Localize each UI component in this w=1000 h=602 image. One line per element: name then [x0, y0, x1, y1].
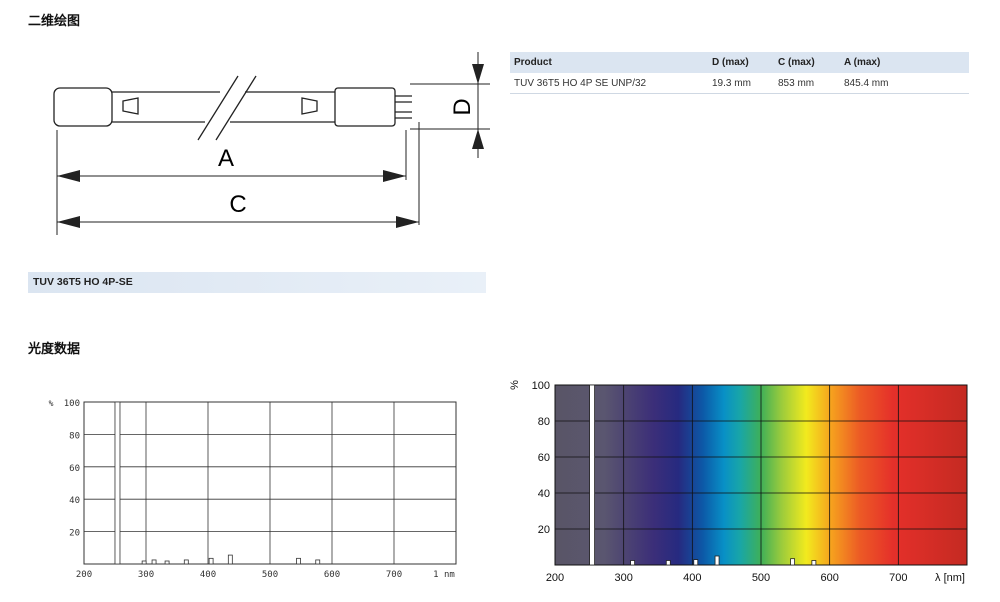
a-max-value: 845.4 mm	[840, 73, 969, 94]
dimension-label-c: C	[229, 191, 246, 218]
spectral-chart-color: 200 300 400 500 600 700 λ [nm] 20 40 60 80 100%	[509, 380, 968, 584]
col-a-max: A (max)	[840, 52, 969, 73]
color-chart-y-tick-label: 80	[538, 416, 550, 428]
spectral-bar	[296, 557, 301, 565]
color-chart-x-tick-label: 600	[820, 572, 838, 584]
color-chart-x-unit: λ [nm]	[935, 572, 965, 584]
table-row: TUV 36T5 HO 4P SE UNP/32 19.3 mm 853 mm …	[510, 73, 969, 94]
product-name: TUV 36T5 HO 4P SE UNP/32	[510, 73, 708, 94]
d-max-value: 19.3 mm	[708, 73, 774, 94]
spectral-bar	[227, 554, 233, 565]
right-electrode	[301, 97, 318, 115]
spectral-bar	[790, 558, 795, 566]
mono-chart-y-tick-label: 40	[69, 496, 80, 506]
color-chart-x-tick-label: 400	[683, 572, 701, 584]
col-c-max: C (max)	[774, 52, 840, 73]
mono-chart-y-unit: %	[49, 399, 54, 408]
c-max-value: 853 mm	[774, 73, 840, 94]
spectral-bar	[208, 557, 214, 565]
color-chart-x-tick-label: 300	[614, 572, 632, 584]
mono-chart-x-tick-label: 300	[138, 570, 154, 580]
spectral-bar	[693, 559, 699, 566]
spectral-bar	[183, 559, 189, 565]
mono-chart-x-unit: 1 nm	[433, 570, 455, 580]
col-d-max: D (max)	[708, 52, 774, 73]
photometric-heading: 光度数据	[28, 342, 81, 357]
color-chart-x-tick-label: 700	[889, 572, 907, 584]
spectral-bar	[714, 555, 720, 566]
mono-chart-y-tick-label: 60	[69, 464, 80, 474]
color-chart-y-tick-label: 100	[532, 380, 550, 392]
col-product: Product	[510, 52, 708, 73]
mono-chart-x-tick-label: 200	[76, 570, 92, 580]
mono-chart-x-tick-label: 500	[262, 570, 278, 580]
spectral-bar	[315, 559, 321, 565]
mono-chart-y-tick-label: 80	[69, 431, 80, 441]
break-line-2	[215, 75, 257, 141]
color-chart-y-tick-label: 40	[538, 488, 550, 500]
color-chart-x-tick-label: 200	[546, 572, 564, 584]
color-chart-x-tick-label: 500	[752, 572, 770, 584]
spec-table-header: Product D (max) C (max) A (max)	[510, 52, 969, 73]
spectral-chart-mono: 200 300 400 500 600 700 1 nm 20 40 60 80 100%	[49, 399, 457, 580]
break-line-1	[197, 75, 239, 141]
mono-chart-x-tick-label: 400	[200, 570, 216, 580]
color-chart-y-tick-label: 20	[538, 524, 550, 536]
spectral-bar	[811, 560, 817, 566]
right-cap	[334, 87, 396, 127]
mono-chart-y-tick-label: 20	[69, 529, 80, 539]
lamp-dimension-drawing: A C D	[53, 52, 490, 235]
dimension-label-a: A	[218, 145, 234, 172]
color-chart-y-unit: %	[509, 380, 521, 390]
spectral-bar	[630, 560, 635, 566]
spectral-bar	[114, 401, 121, 565]
color-chart-y-tick-label: 60	[538, 452, 550, 464]
dimension-label-d: D	[449, 98, 476, 115]
mono-chart-x-tick-label: 700	[386, 570, 402, 580]
spectral-bar	[589, 384, 595, 566]
spectral-bar	[141, 560, 147, 565]
left-cap	[53, 87, 113, 127]
mono-chart-y-tick-label: 100	[64, 399, 80, 409]
spectral-bar	[151, 559, 157, 565]
spec-table: Product D (max) C (max) A (max) TUV 36T5…	[510, 52, 969, 94]
variant-label: TUV 36T5 HO 4P-SE	[28, 272, 486, 293]
mono-chart-x-tick-label: 600	[324, 570, 340, 580]
left-electrode	[122, 97, 139, 115]
dimensions-heading: 二维绘图	[28, 14, 81, 29]
spectral-bar	[164, 560, 170, 565]
spectral-bar	[665, 560, 671, 566]
